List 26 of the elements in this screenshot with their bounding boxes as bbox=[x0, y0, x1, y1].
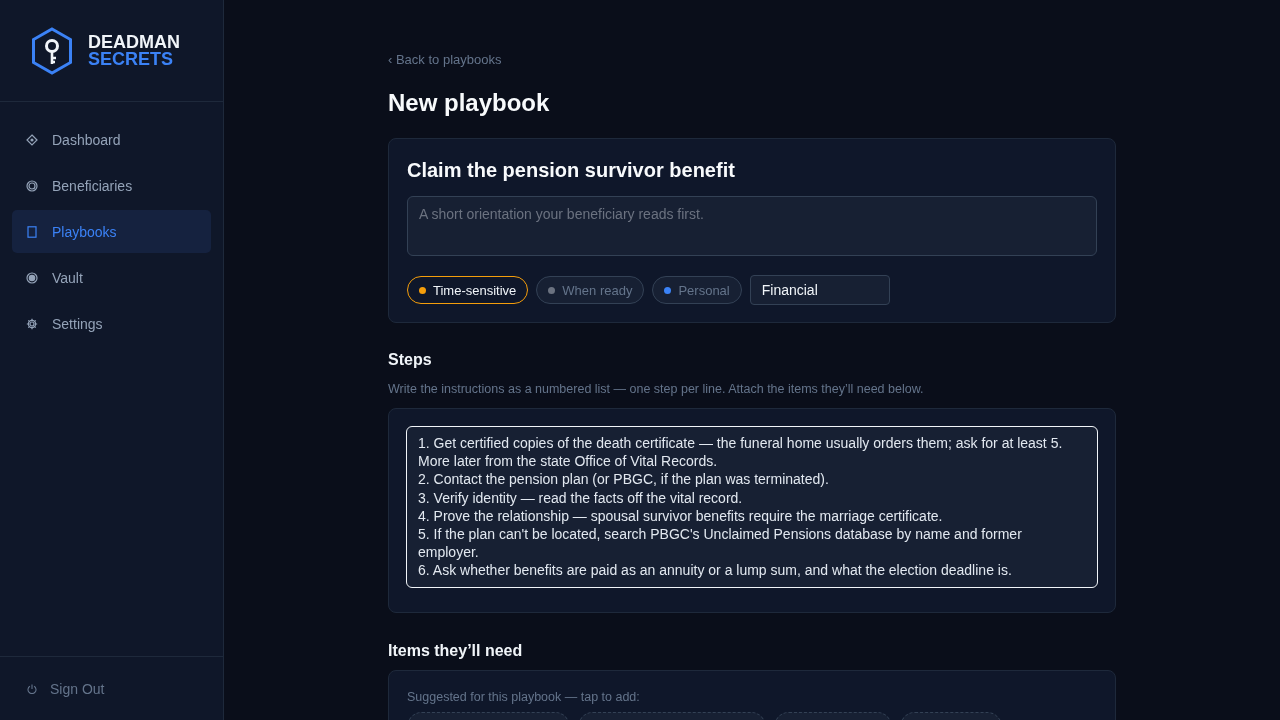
nav-item[interactable]: Settings bbox=[12, 302, 211, 345]
brand-name: SECRETS bbox=[88, 50, 175, 68]
steps-hint: Write the instructions as a numbered list — one step per line. Attach the items they’ll need below. bbox=[388, 381, 924, 397]
gear-icon bbox=[26, 317, 38, 330]
power-icon bbox=[27, 683, 37, 694]
summary-field[interactable]: A short orientation your beneficiary reads first. bbox=[407, 196, 1097, 256]
hexagon-key-logo-icon bbox=[31, 26, 73, 75]
nav-item[interactable]: Vault bbox=[12, 256, 211, 299]
rings-icon bbox=[26, 179, 38, 192]
brand-name: DEADMAN bbox=[88, 33, 180, 51]
section-heading: Items they’ll need bbox=[388, 640, 523, 661]
back-link[interactable]: ‹ Back to playbooks bbox=[388, 52, 502, 68]
nav-item[interactable]: Dashboard bbox=[12, 118, 211, 161]
sign-out-button[interactable]: Sign Out bbox=[27, 680, 105, 697]
nav-item[interactable]: Beneficiaries bbox=[12, 164, 211, 207]
category-field[interactable]: Financial bbox=[749, 275, 890, 305]
nav-item[interactable]: Playbooks bbox=[12, 210, 211, 253]
section-heading: Steps bbox=[388, 350, 432, 370]
diamond-icon bbox=[26, 133, 38, 146]
suggestions-hint: Suggested for this playbook — tap to add: bbox=[407, 688, 641, 705]
steps-textarea[interactable]: 1. Get certified copies of the death certificate — the funeral home usually orders them; ask for at least 5. More later from the state Office of Vital Records. 2. Contact the pension plan (or PBGC, if the plan was terminated). 3. Verify identity — read the facts off the vital record. 4. Prove the relationship — spousal survivor benefits require the marriage certificate. 5. If the plan can't be located, search PBGC's Unclaimed Pensions database by name and former employer. 6. Ask whether benefits are paid as an annuity or a lump sum, and what the election deadline is. bbox=[406, 426, 1098, 588]
rectangle-icon bbox=[26, 225, 38, 238]
filled-circle-icon bbox=[26, 271, 38, 284]
priority-chip[interactable]: Time-sensitive bbox=[407, 276, 529, 304]
page-title: New playbook bbox=[388, 88, 551, 118]
playbook-title: Claim the pension survivor benefit bbox=[407, 158, 736, 183]
